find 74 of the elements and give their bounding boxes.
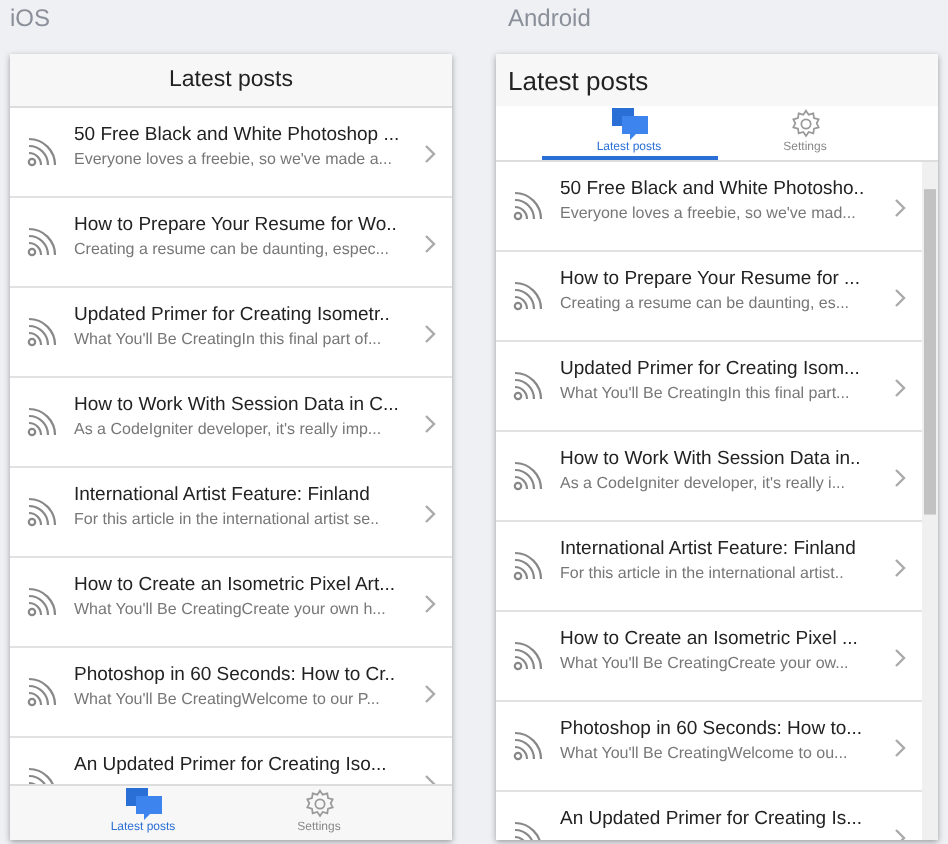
- rss-icon: [26, 316, 58, 348]
- scrollbar[interactable]: [922, 162, 938, 840]
- chevron-right-icon: [424, 504, 436, 524]
- post-summary: What You'll Be CreatingIn this final part of...: [74, 330, 384, 348]
- post-title: Updated Primer for Creating Isom...: [560, 358, 862, 380]
- chat-bubbles-icon: [611, 108, 647, 140]
- post-summary: What You'll Be CreatingIn this final part...: [560, 384, 852, 402]
- post-title: How to Work With Session Data in..: [560, 448, 863, 470]
- post-summary: What You'll Be CreatingCreate your own h...: [74, 600, 388, 618]
- header-title: Latest posts: [508, 65, 649, 95]
- chevron-right-icon: [424, 414, 436, 434]
- chevron-right-icon: [894, 378, 906, 398]
- rss-icon: [26, 676, 58, 708]
- post-row[interactable]: International Artist Feature: Finland For this article in the international artist se..: [10, 468, 452, 558]
- post-row[interactable]: Photoshop in 60 Seconds: How to Cr.. What You'll Be CreatingWelcome to our P...: [10, 648, 452, 738]
- settings-icon: [303, 788, 335, 820]
- post-title: 50 Free Black and White Photoshop ...: [74, 124, 402, 146]
- post-summary: What You'll Be CreatingCreate your ow...: [560, 654, 851, 672]
- chevron-right-icon: [894, 198, 906, 218]
- post-row[interactable]: How to Work With Session Data in C... As a CodeIgniter developer, it's really imp...: [10, 378, 452, 468]
- chevron-right-icon: [424, 684, 436, 704]
- post-summary: What You'll Be CreatingWelcome to ou...: [560, 744, 850, 762]
- chevron-right-icon: [424, 144, 436, 164]
- post-title: International Artist Feature: Finland: [74, 484, 372, 506]
- chevron-right-icon: [894, 648, 906, 668]
- post-title: How to Prepare Your Resume for Wo..: [74, 214, 399, 236]
- post-summary: Creating a resume can be daunting, es...: [560, 294, 852, 312]
- post-title: How to Create an Isometric Pixel Art...: [74, 574, 398, 596]
- post-summary: For this article in the international artist se..: [74, 510, 382, 528]
- chevron-right-icon: [894, 288, 906, 308]
- rss-icon: [26, 496, 58, 528]
- rss-icon: [512, 370, 544, 402]
- rss-icon: [26, 226, 58, 258]
- post-summary: As a CodeIgniter developer, it's really i...: [560, 474, 847, 492]
- rss-icon: [512, 460, 544, 492]
- post-row[interactable]: How to Prepare Your Resume for Wo.. Creating a resume can be daunting, espec...: [10, 198, 452, 288]
- post-row[interactable]: 50 Free Black and White Photoshop ... Everyone loves a freebie, so we've made a...: [10, 108, 452, 198]
- post-title: Photoshop in 60 Seconds: How to Cr..: [74, 664, 398, 686]
- post-row[interactable]: How to Create an Isometric Pixel Art... What You'll Be CreatingCreate your own h...: [10, 558, 452, 648]
- post-summary: Creating a resume can be daunting, espec...: [74, 240, 391, 258]
- post-title: Updated Primer for Creating Isometr..: [74, 304, 392, 326]
- post-summary: As a CodeIgniter developer, it's really imp...: [74, 420, 384, 438]
- post-title: 50 Free Black and White Photosho..: [560, 178, 867, 200]
- settings-icon: [789, 108, 821, 140]
- platform-label: iOS: [10, 2, 53, 36]
- post-summary: Everyone loves a freebie, so we've made a...: [74, 150, 394, 168]
- chevron-right-icon: [424, 594, 436, 614]
- rss-icon: [26, 136, 58, 168]
- chevron-right-icon: [424, 234, 436, 254]
- post-title: An Updated Primer for Creating Is...: [560, 808, 865, 830]
- post-title: How to Prepare Your Resume for ...: [560, 268, 862, 290]
- rss-icon: [512, 730, 544, 762]
- rss-icon: [26, 586, 58, 618]
- chevron-right-icon: [894, 558, 906, 578]
- chevron-right-icon: [894, 468, 906, 488]
- post-summary: What You'll Be CreatingWelcome to our P...: [74, 690, 382, 708]
- post-summary: Everyone loves a freebie, so we've mad...: [560, 204, 858, 222]
- post-summary: For this article in the international artist..: [560, 564, 846, 582]
- rss-icon: [512, 190, 544, 222]
- rss-icon: [512, 280, 544, 312]
- post-title: How to Work With Session Data in C...: [74, 394, 401, 416]
- post-title: Photoshop in 60 Seconds: How to...: [560, 718, 865, 740]
- rss-icon: [512, 550, 544, 582]
- header-title: Latest posts: [168, 68, 293, 92]
- post-title: How to Create an Isometric Pixel ...: [560, 628, 860, 650]
- chevron-right-icon: [894, 738, 906, 758]
- post-row[interactable]: Updated Primer for Creating Isometr.. What You'll Be CreatingIn this final part of...: [10, 288, 452, 378]
- post-title: An Updated Primer for Creating Iso...: [74, 754, 389, 776]
- chevron-right-icon: [424, 324, 436, 344]
- platform-label: Android: [506, 2, 593, 36]
- rss-icon: [26, 406, 58, 438]
- chat-bubbles-icon: [125, 788, 161, 820]
- post-title: International Artist Feature: Finland: [560, 538, 858, 560]
- rss-icon: [512, 640, 544, 672]
